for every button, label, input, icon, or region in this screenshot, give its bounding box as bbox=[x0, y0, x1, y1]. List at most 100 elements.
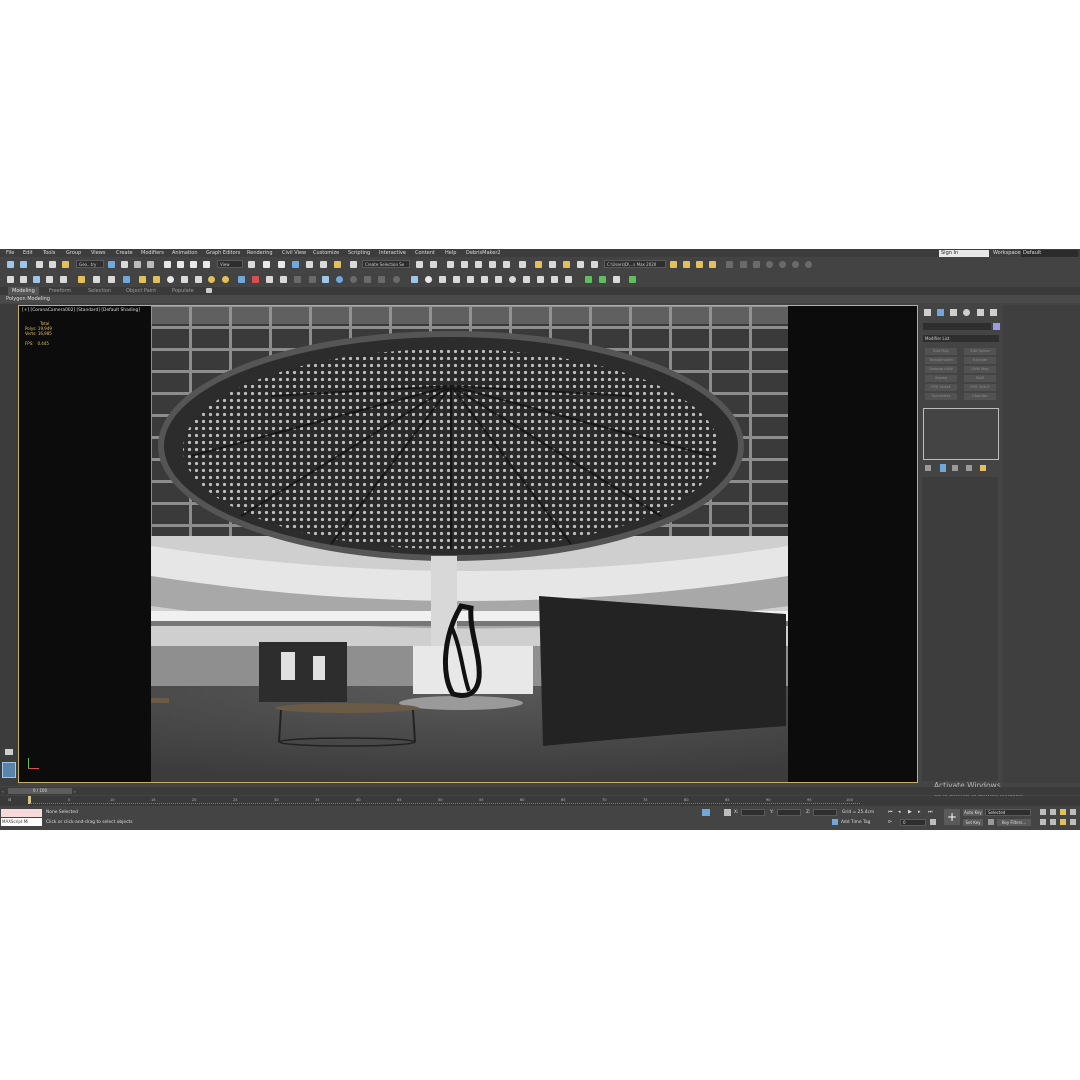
tab-populate[interactable]: Populate bbox=[168, 287, 198, 295]
tool-icon[interactable] bbox=[411, 276, 418, 283]
tool-icon[interactable] bbox=[425, 276, 432, 283]
key-filter-icon[interactable] bbox=[988, 819, 994, 825]
camera-viewport[interactable]: [+] [CoronaCamera002] [Standard] [Defaul… bbox=[18, 305, 918, 783]
light-icon[interactable] bbox=[78, 276, 85, 283]
set-key-big-button[interactable]: + bbox=[944, 809, 960, 825]
prev-key-icon[interactable]: ◂ bbox=[898, 809, 901, 815]
corona-proxy-icon[interactable] bbox=[195, 276, 202, 283]
angle-snap-icon[interactable] bbox=[306, 261, 313, 268]
corona-tools-icon[interactable] bbox=[280, 276, 287, 283]
tool-icon[interactable] bbox=[467, 276, 474, 283]
window-crossing-icon[interactable] bbox=[147, 261, 154, 268]
plugin-tool-icon[interactable] bbox=[364, 276, 371, 283]
next-key-icon[interactable]: ▸ bbox=[918, 809, 921, 815]
tool-icon[interactable] bbox=[481, 276, 488, 283]
object-name-field[interactable] bbox=[923, 323, 991, 330]
pan-view-icon[interactable] bbox=[1050, 819, 1056, 825]
next-frame-icon[interactable]: › bbox=[74, 789, 76, 794]
green-arrow-icon[interactable] bbox=[599, 276, 606, 283]
corona-material-icon[interactable] bbox=[238, 276, 245, 283]
key-mode-icon[interactable]: ⊳ bbox=[888, 819, 892, 825]
orbit-icon[interactable] bbox=[1060, 819, 1066, 825]
percent-snap-icon[interactable] bbox=[320, 261, 327, 268]
box-icon[interactable] bbox=[33, 276, 40, 283]
tool-icon[interactable] bbox=[613, 276, 620, 283]
zoom-all-icon[interactable] bbox=[1050, 809, 1056, 815]
keyboard-shortcut-override-icon[interactable] bbox=[278, 261, 285, 268]
render-cloud-icon[interactable] bbox=[577, 261, 584, 268]
hierarchy-tab-icon[interactable] bbox=[950, 309, 957, 316]
menu-civil-view[interactable]: Civil View bbox=[282, 249, 306, 257]
maxscript-listener[interactable]: MAXScript Mi bbox=[1, 818, 42, 826]
go-to-end-icon[interactable]: ⏭ bbox=[928, 809, 933, 815]
rendered-frame-window-icon[interactable] bbox=[549, 261, 556, 268]
plugin-tool-icon[interactable] bbox=[378, 276, 385, 283]
zoom-extents-all-icon[interactable] bbox=[1070, 809, 1076, 815]
tool-icon[interactable] bbox=[453, 276, 460, 283]
pin-stack-icon[interactable] bbox=[925, 465, 931, 471]
modifier-stack[interactable] bbox=[923, 408, 999, 460]
select-by-name-icon[interactable] bbox=[121, 261, 128, 268]
key-filters-button[interactable]: Key Filters... bbox=[997, 819, 1031, 826]
menu-scripting[interactable]: Scripting bbox=[348, 249, 370, 257]
isolate-selection-icon[interactable] bbox=[702, 809, 710, 816]
remove-modifier-icon[interactable] bbox=[966, 465, 972, 471]
modifier-edit-poly-button[interactable]: Edit Poly bbox=[925, 348, 957, 355]
archive-icon[interactable] bbox=[709, 261, 716, 268]
modifier-uvw-map-button[interactable]: UVW Map bbox=[964, 366, 996, 373]
render-production-icon[interactable] bbox=[563, 261, 570, 268]
help-icon[interactable] bbox=[393, 276, 400, 283]
zoom-icon[interactable] bbox=[1040, 809, 1046, 815]
spacewarp-icon[interactable] bbox=[123, 276, 130, 283]
y-coordinate-field[interactable] bbox=[777, 809, 801, 816]
grid-icon[interactable] bbox=[60, 276, 67, 283]
menu-modifiers[interactable]: Modifiers bbox=[141, 249, 164, 257]
bind-space-warp-icon[interactable] bbox=[62, 261, 69, 268]
menu-interactive[interactable]: Interactive bbox=[379, 249, 406, 257]
show-end-result-icon[interactable] bbox=[940, 464, 946, 472]
corona-sun-icon[interactable] bbox=[153, 276, 160, 283]
selection-lock-icon[interactable] bbox=[724, 809, 731, 816]
plugin-circle-icon[interactable] bbox=[350, 276, 357, 283]
menu-animation[interactable]: Animation bbox=[172, 249, 198, 257]
plugin-circle-icon[interactable] bbox=[805, 261, 812, 268]
rectangular-selection-icon[interactable] bbox=[134, 261, 141, 268]
green-arrow-icon[interactable] bbox=[585, 276, 592, 283]
corona-render-icon[interactable] bbox=[208, 276, 215, 283]
sphere-icon[interactable] bbox=[20, 276, 27, 283]
menu-tools[interactable]: Tools bbox=[43, 249, 55, 257]
object-color-swatch[interactable] bbox=[993, 323, 1000, 330]
tool-icon[interactable] bbox=[537, 276, 544, 283]
modify-tab-icon[interactable] bbox=[937, 309, 944, 316]
pivot-center-icon[interactable] bbox=[248, 261, 255, 268]
time-config-icon[interactable] bbox=[930, 819, 936, 825]
workspace-dropdown[interactable]: Default bbox=[1021, 249, 1078, 257]
named-selection-set-dropdown[interactable]: Create Selection Se bbox=[362, 260, 410, 268]
modifier-symmetry-button[interactable]: Symmetry bbox=[925, 393, 957, 400]
layer-explorer-icon[interactable] bbox=[461, 261, 468, 268]
menu-customize[interactable]: Customize bbox=[313, 249, 339, 257]
ribbon-options-icon[interactable] bbox=[206, 288, 212, 293]
project-path-dropdown[interactable]: C:\Users\D\...s Max 2020 bbox=[604, 260, 666, 268]
tool-icon[interactable] bbox=[523, 276, 530, 283]
tool-icon[interactable] bbox=[509, 276, 516, 283]
maxscript-output[interactable] bbox=[1, 809, 42, 817]
corona-ipr-icon[interactable] bbox=[222, 276, 229, 283]
current-frame-field[interactable]: 0 bbox=[900, 819, 926, 826]
plugin-tool-icon[interactable] bbox=[309, 276, 316, 283]
scale-icon[interactable] bbox=[190, 261, 197, 268]
render-iterative-icon[interactable] bbox=[591, 261, 598, 268]
project-folder-icon[interactable] bbox=[670, 261, 677, 268]
green-arrow-icon[interactable] bbox=[629, 276, 636, 283]
undo-icon[interactable] bbox=[7, 261, 14, 268]
curve-editor-icon[interactable] bbox=[489, 261, 496, 268]
set-key-button[interactable]: Set Key bbox=[963, 819, 983, 826]
go-to-start-icon[interactable]: ⏮ bbox=[888, 809, 893, 815]
teapot-icon[interactable] bbox=[7, 276, 14, 283]
configure-modifier-sets-icon[interactable] bbox=[980, 465, 986, 471]
field-of-view-icon[interactable] bbox=[1040, 819, 1046, 825]
align-icon[interactable] bbox=[430, 261, 437, 268]
utilities-tab-icon[interactable] bbox=[990, 309, 997, 316]
corona-sky-icon[interactable] bbox=[167, 276, 174, 283]
display-tab-icon[interactable] bbox=[977, 309, 984, 316]
